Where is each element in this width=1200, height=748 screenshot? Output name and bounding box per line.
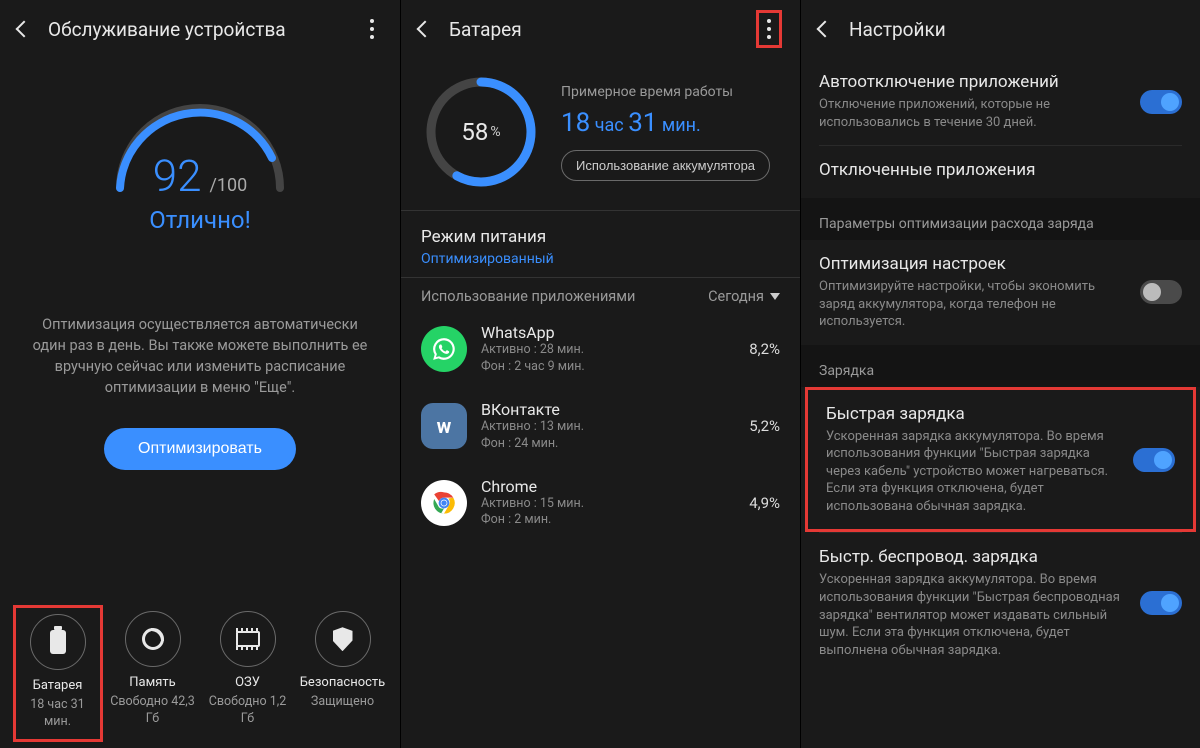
setting-disabled-apps[interactable]: Отключенные приложения — [801, 146, 1200, 198]
page-title: Настройки — [849, 18, 1182, 41]
setting-desc: Ускоренная зарядка аккумулятора. Во врем… — [819, 571, 1126, 659]
app-name: ВКонтакте — [481, 400, 735, 419]
page-title: Обслуживание устройства — [48, 18, 344, 41]
tile-label: Батарея — [33, 678, 83, 693]
app-active: Активно : 15 мин. — [481, 496, 735, 513]
app-percent: 4,9% — [749, 494, 780, 512]
tile-sub: Защищено — [311, 694, 374, 711]
score-gauge: 92 /100 Отлично! — [0, 88, 400, 234]
score-label: Отлично! — [149, 206, 251, 234]
tile-battery[interactable]: Батарея 18 час 31 мин. — [13, 605, 103, 742]
toggle-switch[interactable] — [1133, 448, 1175, 472]
app-percent: 8,2% — [749, 340, 780, 358]
battery-summary: 58% Примерное время работы 18 час 31 мин… — [401, 58, 800, 210]
tile-sub: Свободно 42,3 Гб — [110, 694, 196, 728]
setting-desc: Ускоренная зарядка аккумулятора. Во врем… — [826, 428, 1119, 516]
battery-ring: 58% — [421, 72, 541, 192]
pie-icon — [125, 611, 181, 667]
toggle-switch[interactable] — [1140, 90, 1182, 114]
setting-wireless-fast-charging[interactable]: Быстр. беспровод. зарядка Ускоренная зар… — [801, 533, 1200, 673]
tile-security[interactable]: Безопасность Защищено — [298, 605, 388, 742]
app-background: Фон : 24 мин. — [481, 436, 735, 453]
setting-fast-charging[interactable]: Быстрая зарядка Ускоренная зарядка аккум… — [808, 390, 1193, 530]
app-percent: 5,2% — [749, 417, 780, 435]
app-usage-header: Использование приложениями Сегодня — [401, 278, 800, 311]
app-active: Активно : 13 мин. — [481, 419, 735, 436]
optimize-button[interactable]: Оптимизировать — [104, 428, 296, 470]
setting-title: Оптимизация настроек — [819, 254, 1126, 274]
back-icon[interactable] — [417, 21, 434, 38]
setting-optimize[interactable]: Оптимизация настроек Оптимизируйте настр… — [801, 240, 1200, 345]
care-tiles: Батарея 18 час 31 мин. Память Свободно 4… — [0, 605, 400, 742]
app-background: Фон : 2 час 9 мин. — [481, 359, 735, 376]
tile-sub: 18 час 31 мин. — [18, 697, 98, 731]
group-header: Параметры оптимизации расхода заряда — [801, 198, 1200, 240]
tile-ram[interactable]: ОЗУ Свободно 1,2 Гб — [203, 605, 293, 742]
app-background: Фон : 2 мин. — [481, 512, 735, 529]
more-icon[interactable] — [362, 15, 382, 43]
topbar: Батарея — [401, 0, 800, 58]
ram-icon — [220, 611, 276, 667]
back-icon[interactable] — [817, 21, 834, 38]
setting-title: Быстр. беспровод. зарядка — [819, 547, 1126, 567]
power-mode-title: Режим питания — [421, 227, 780, 247]
battery-icon — [30, 614, 86, 670]
fast-charging-highlight: Быстрая зарядка Ускоренная зарядка аккум… — [805, 387, 1196, 533]
more-icon[interactable] — [756, 10, 782, 48]
toggle-switch[interactable] — [1140, 591, 1182, 615]
app-name: WhatsApp — [481, 323, 735, 342]
setting-desc: Отключение приложений, которые не исполь… — [819, 96, 1126, 131]
setting-title: Быстрая зарядка — [826, 404, 1119, 424]
usage-header-label: Использование приложениями — [421, 288, 635, 305]
tile-label: ОЗУ — [235, 675, 260, 690]
estimate-label: Примерное время работы — [561, 84, 780, 100]
setting-desc: Оптимизируйте настройки, чтобы экономить… — [819, 278, 1126, 331]
device-care-screen: Обслуживание устройства 92 /100 Отлично!… — [0, 0, 400, 748]
app-row[interactable]: WhatsApp Активно : 28 мин. Фон : 2 час 9… — [421, 311, 780, 388]
app-usage-list: WhatsApp Активно : 28 мин. Фон : 2 час 9… — [401, 311, 800, 541]
period-dropdown[interactable]: Сегодня — [708, 288, 780, 305]
group-header: Зарядка — [801, 345, 1200, 387]
setting-auto-disable[interactable]: Автоотключение приложений Отключение при… — [801, 58, 1200, 145]
battery-settings-screen: Настройки Автоотключение приложений Откл… — [800, 0, 1200, 748]
app-active: Активно : 28 мин. — [481, 342, 735, 359]
whatsapp-icon — [421, 326, 467, 372]
tile-label: Безопасность — [300, 675, 386, 690]
vk-icon: w — [421, 403, 467, 449]
tile-label: Память — [129, 675, 175, 690]
toggle-switch[interactable] — [1140, 280, 1182, 304]
back-icon[interactable] — [16, 21, 33, 38]
topbar: Настройки — [801, 0, 1200, 58]
power-mode-value: Оптимизированный — [421, 251, 780, 267]
battery-usage-button[interactable]: Использование аккумулятора — [561, 150, 770, 181]
topbar: Обслуживание устройства — [0, 0, 400, 58]
app-name: Chrome — [481, 477, 735, 496]
page-title: Батарея — [449, 18, 738, 41]
tile-sub: Свободно 1,2 Гб — [205, 694, 291, 728]
shield-icon — [315, 611, 371, 667]
chevron-down-icon — [770, 293, 780, 300]
setting-title: Отключенные приложения — [819, 160, 1182, 180]
chrome-icon — [421, 480, 467, 526]
battery-screen: Батарея 58% Примерное время работы 18 ча… — [400, 0, 800, 748]
optimization-desc: Оптимизация осуществляется автоматически… — [0, 314, 400, 398]
power-mode-row[interactable]: Режим питания Оптимизированный — [401, 211, 800, 277]
estimate-value: 18 час 31 мин. — [561, 108, 780, 138]
battery-pct: 58 — [461, 118, 488, 146]
tile-storage[interactable]: Память Свободно 42,3 Гб — [108, 605, 198, 742]
app-row[interactable]: w ВКонтакте Активно : 13 мин. Фон : 24 м… — [421, 388, 780, 465]
app-row[interactable]: Chrome Активно : 15 мин. Фон : 2 мин. 4,… — [421, 465, 780, 542]
setting-title: Автоотключение приложений — [819, 72, 1126, 92]
